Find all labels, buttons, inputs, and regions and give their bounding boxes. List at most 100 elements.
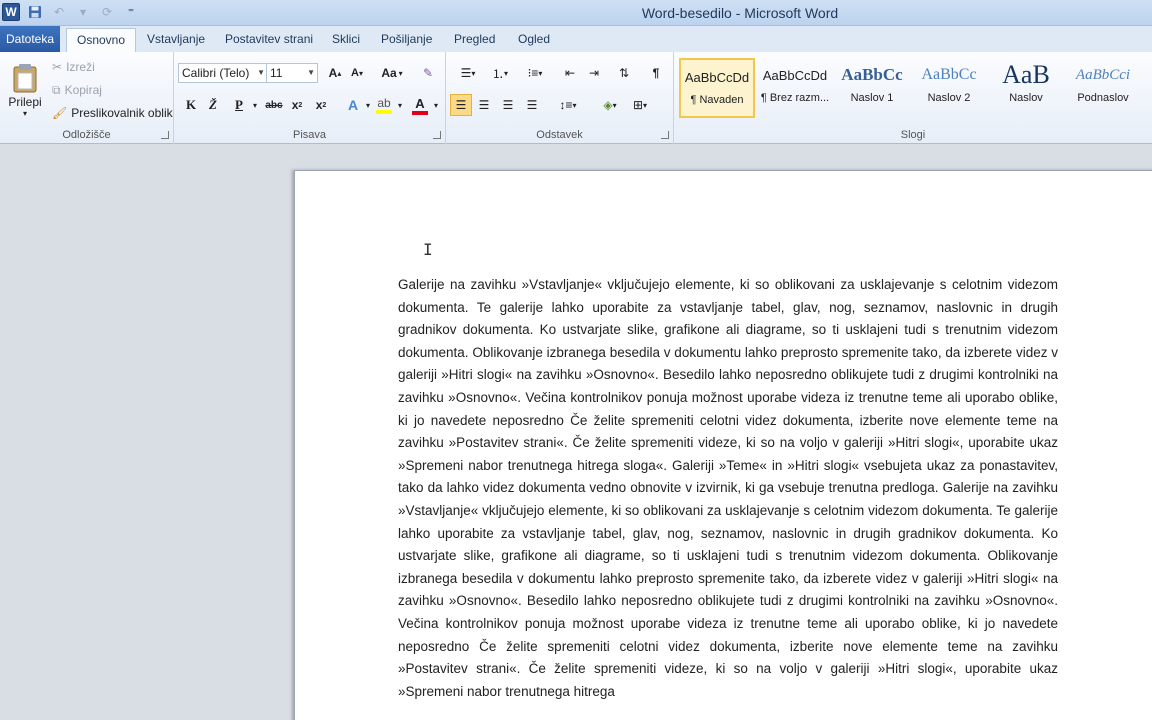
font-name-value: Calibri (Telo) [182,66,250,80]
paste-dropdown-icon[interactable]: ▾ [23,109,27,118]
chevron-down-icon: ▾ [398,68,403,78]
numbering-button[interactable]: ⒈ ▾ [486,64,514,82]
tab-page-layout[interactable]: Postavitev strani [215,28,323,52]
chevron-down-icon: ▾ [572,100,577,110]
window-title: Word-besedilo - Microsoft Word [641,5,839,21]
chevron-down-icon: ▾ [471,68,476,78]
text-effects-button[interactable]: A [344,96,362,114]
align-left-button[interactable]: ☰ [450,94,472,116]
styles-group: AaBbCcDd ¶ Navaden AaBbCcDd ¶ Brez razm.… [674,52,1152,144]
multilevel-list-icon: ⁝≡ [527,66,539,80]
font-color-button[interactable]: A [410,94,430,116]
format-painter-button[interactable]: 🖌 Preslikovalnik oblik [52,104,173,122]
tab-view[interactable]: Ogled [508,28,560,52]
copy-button[interactable]: ⧉ Kopiraj [52,81,102,99]
ribbon: Prilepi ▾ ✂ Izreži ⧉ Kopiraj 🖌 Preslikov… [0,52,1152,144]
copy-icon: ⧉ [52,82,61,97]
text-effects-dropdown-icon[interactable]: ▾ [364,96,372,114]
outdent-icon: ⇤ [564,66,576,80]
eraser-icon: ✎ [422,66,434,80]
font-name-combobox[interactable]: Calibri (Telo) ▼ [178,63,268,83]
superscript-button[interactable]: x2 [312,96,330,114]
borders-button[interactable]: ⊞ ▾ [626,96,654,114]
tab-home[interactable]: Osnovno [66,28,137,52]
clipboard-icon [12,63,38,93]
format-painter-label: Preslikovalnik oblik [71,106,173,120]
justify-icon: ☰ [526,98,538,112]
underline-button[interactable]: P [230,96,248,114]
clipboard-launcher-icon[interactable]: ↘ [161,131,169,139]
align-center-icon: ☰ [478,98,490,112]
chevron-down-icon: ▼ [257,68,265,77]
bullet-list-icon: ☰ [460,66,472,80]
scissors-icon: ✂ [52,60,63,74]
grow-font-button[interactable]: A ▴ [326,64,344,82]
line-spacing-icon: ↕≡ [559,98,573,112]
show-formatting-button[interactable]: ¶ [646,64,666,82]
sort-button[interactable]: ⇅ [614,64,634,82]
tab-references[interactable]: Sklici [322,28,370,52]
style-normal[interactable]: AaBbCcDd ¶ Navaden [679,58,755,118]
clipboard-group-label: Odložišče [62,129,111,141]
style-no-spacing[interactable]: AaBbCcDd ¶ Brez razm... [757,58,833,118]
ibeam-cursor-icon: I [423,240,433,259]
italic-button[interactable]: Ž [204,96,222,114]
sort-az-icon: ⇅ [618,66,630,80]
subscript-button[interactable]: x2 [288,96,306,114]
shading-button[interactable]: ◈ ▾ [596,96,624,114]
tab-file[interactable]: Datoteka [0,26,60,52]
highlight-color-button[interactable]: ab [374,94,394,116]
pilcrow-icon: ¶ [652,66,660,80]
style-title[interactable]: AaB Naslov [988,58,1064,118]
style-name: ¶ Brez razm... [760,92,830,104]
highlighter-icon: ab [377,96,391,110]
paint-bucket-icon: ◈ [603,98,613,112]
paste-button[interactable]: Prilepi ▾ [6,58,44,122]
tab-insert[interactable]: Vstavljanje [137,28,215,52]
style-sample: AaBbCcDd [762,67,828,83]
style-heading-2[interactable]: AaBbCc Naslov 2 [911,58,987,118]
decrease-indent-button[interactable]: ⇤ [560,64,580,82]
cut-button[interactable]: ✂ Izreži [52,58,95,76]
underline-dropdown-icon[interactable]: ▾ [250,96,260,114]
indent-icon: ⇥ [588,66,600,80]
increase-indent-button[interactable]: ⇥ [584,64,604,82]
align-right-button[interactable]: ☰ [498,96,518,114]
shrink-font-button[interactable]: A ▾ [348,64,366,82]
justify-button[interactable]: ☰ [522,96,542,114]
font-size-combobox[interactable]: 11 ▼ [266,63,318,83]
style-name: Naslov 1 [850,92,894,104]
tab-review[interactable]: Pregled [444,28,505,52]
numbered-list-icon: ⒈ [491,66,504,81]
paragraph-launcher-icon[interactable]: ↘ [661,131,669,139]
style-sample: AaB [1002,60,1050,89]
font-group-label: Pisava [292,129,327,141]
styles-group-label: Slogi [900,129,926,141]
line-spacing-button[interactable]: ↕≡ ▾ [554,96,582,114]
chevron-down-icon: ▾ [504,68,509,78]
style-heading-1[interactable]: AaBbCc Naslov 1 [834,58,910,118]
style-sample: AaBbCci [1075,66,1131,83]
style-sample: AaBbCc [841,65,903,84]
font-color-dropdown-icon[interactable]: ▾ [432,96,440,114]
style-name: Naslov 2 [927,92,971,104]
chevron-down-icon: ▾ [643,100,648,110]
tab-mailings[interactable]: Pošiljanje [371,28,442,52]
clear-formatting-button[interactable]: ✎ [418,64,438,82]
style-name: Podnaslov [1077,92,1129,104]
bullets-button[interactable]: ☰ ▾ [454,64,482,82]
bold-button[interactable]: K [182,96,200,114]
borders-icon: ⊞ [632,98,644,112]
align-center-button[interactable]: ☰ [474,96,494,114]
highlight-dropdown-icon[interactable]: ▾ [396,96,404,114]
font-color-swatch [412,110,428,115]
style-subtitle[interactable]: AaBbCci Podnaslov [1065,58,1141,118]
document-body-text[interactable]: Galerije na zavihku »Vstavljanje« vključ… [398,274,1058,703]
change-case-button[interactable]: Aa ▾ [378,64,406,82]
font-color-letter: A [415,95,425,111]
multilevel-list-button[interactable]: ⁝≡ ▾ [520,64,550,82]
font-launcher-icon[interactable]: ↘ [433,131,441,139]
strikethrough-button[interactable]: abc [264,96,284,114]
font-group: Calibri (Telo) ▼ 11 ▼ A ▴ A ▾ Aa ▾ ✎ K Ž P … [174,52,446,144]
copy-label: Kopiraj [64,83,102,97]
